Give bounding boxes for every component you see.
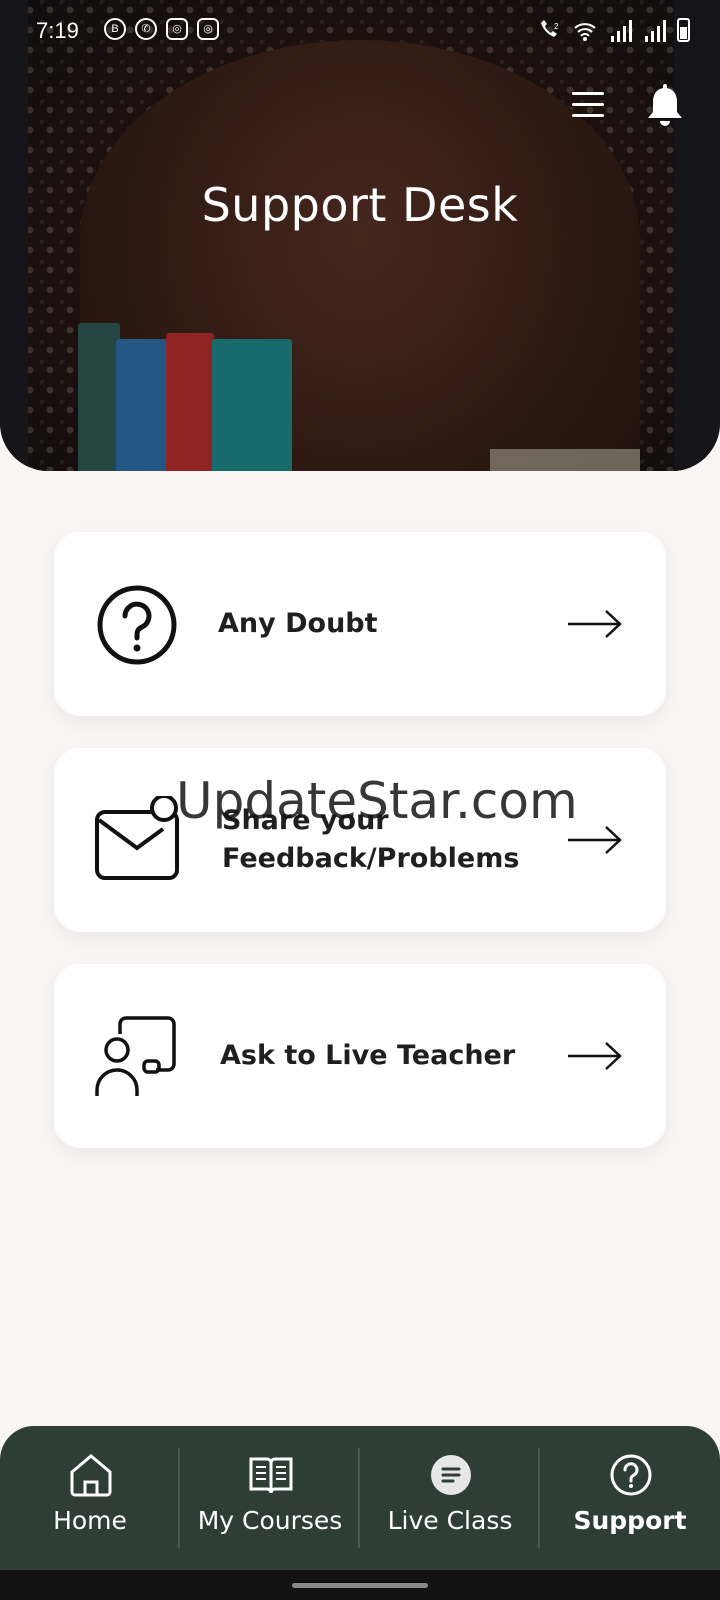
page-title: Support Desk: [201, 178, 519, 232]
menu-button[interactable]: [572, 90, 608, 120]
book-icon: [249, 1457, 293, 1494]
whatsapp-icon: ✆: [135, 18, 157, 40]
any-doubt-card[interactable]: Any Doubt: [54, 532, 666, 716]
battery-icon: [677, 18, 690, 42]
gesture-bar: [0, 1570, 720, 1600]
home-icon: [70, 1454, 112, 1497]
status-bar: 7:19 B ✆ ◎ ◎ 2: [0, 0, 720, 60]
arrow-right-icon: [568, 610, 622, 638]
bottom-nav: Home My Courses Live Class Support: [0, 1426, 720, 1570]
nav-support-label: Support: [573, 1506, 687, 1535]
instagram-icon: ◎: [197, 18, 219, 40]
bell-icon[interactable]: [645, 84, 685, 128]
mail-notification-icon: [95, 796, 179, 880]
live-teacher-label: Ask to Live Teacher: [220, 1040, 516, 1071]
live-teacher-card[interactable]: Ask to Live Teacher: [54, 964, 666, 1148]
feedback-label: Share your Feedback/Problems: [222, 805, 520, 874]
feedback-card[interactable]: Share your Feedback/Problems: [54, 748, 666, 932]
business-chat-icon: B: [104, 18, 126, 40]
wifi-call-icon: 2: [541, 20, 559, 37]
notification-icons: B ✆ ◎ ◎: [104, 18, 219, 40]
nav-home[interactable]: Home: [0, 1426, 180, 1570]
question-circle-icon: [610, 1454, 652, 1496]
question-circle-icon: [97, 585, 177, 665]
hamburger-line: [572, 103, 604, 106]
nav-my-courses-label: My Courses: [197, 1506, 343, 1535]
arrow-right-icon: [568, 1042, 622, 1070]
hamburger-menu-icon: [572, 92, 604, 95]
chat-bubble-icon: [431, 1455, 471, 1495]
instagram-icon: ◎: [166, 18, 188, 40]
nav-live-class-label: Live Class: [387, 1506, 513, 1535]
nav-home-label: Home: [53, 1506, 127, 1535]
header-shade: [0, 0, 720, 471]
signal-icon: [643, 20, 666, 42]
signal-icon: [609, 20, 632, 42]
svg-text:2: 2: [554, 22, 559, 31]
arrow-right-icon: [568, 826, 622, 854]
home-indicator[interactable]: [292, 1583, 428, 1588]
nav-support[interactable]: Support: [540, 1426, 720, 1570]
nav-my-courses[interactable]: My Courses: [180, 1426, 360, 1570]
status-time: 7:19: [36, 18, 79, 43]
hamburger-line: [572, 114, 604, 117]
header-banner: 7:19 B ✆ ◎ ◎ 2 Support Desk: [0, 0, 720, 471]
system-icons: 2: [537, 18, 690, 42]
wifi-icon: [574, 23, 596, 41]
teacher-board-icon: [95, 1016, 176, 1096]
nav-live-class[interactable]: Live Class: [360, 1426, 540, 1570]
any-doubt-label: Any Doubt: [218, 608, 378, 639]
